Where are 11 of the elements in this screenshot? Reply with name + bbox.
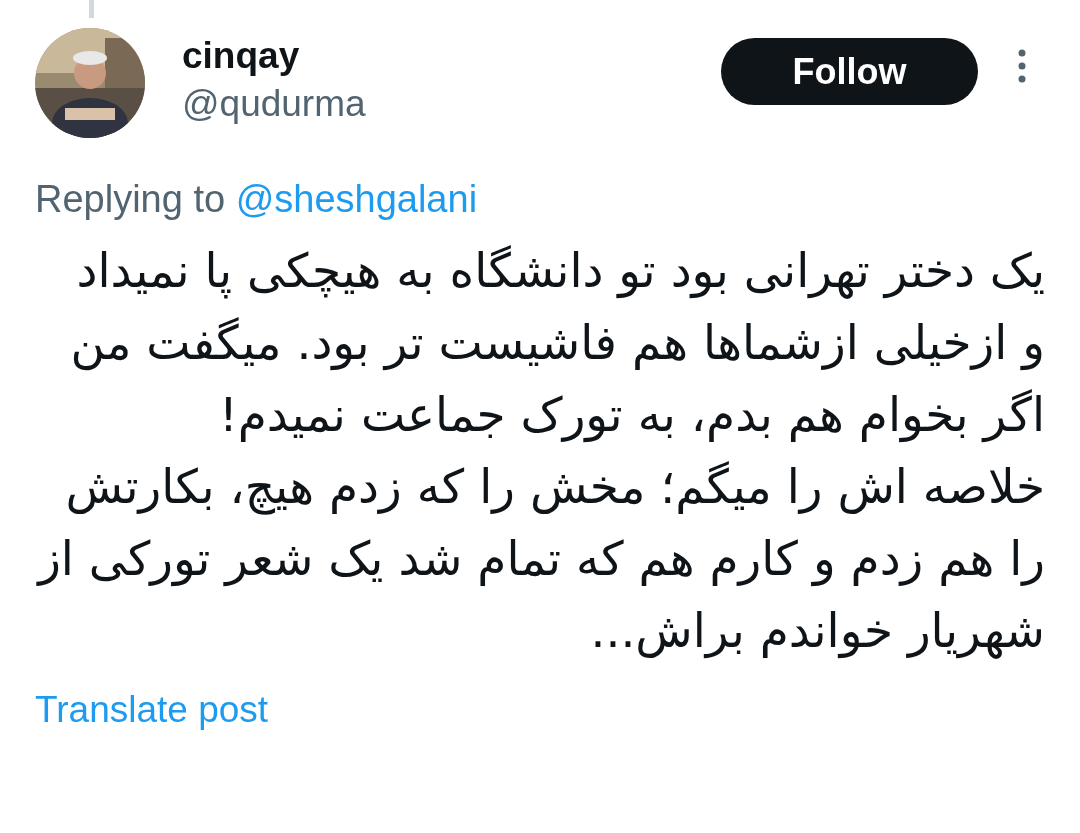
username[interactable]: @qudurma (182, 78, 366, 130)
post-text-line: اگر بخوام هم بدم، به تورک جماعت نمیدم! (217, 386, 1045, 445)
post-text-line: خلاصه اش را میگم؛ مخش را که زدم هیچ، بکارتش (64, 458, 1045, 517)
post-text-line: یک دختر تهرانی بود تو دانشگاه به هیچکی پا نمیداد (75, 242, 1045, 301)
post-text-line: و ازخیلی ازشماها هم فاشیست تر بود. میگفت من (69, 314, 1045, 373)
display-name[interactable]: cinqay (182, 34, 366, 78)
replying-to-label: Replying to (35, 178, 226, 220)
follow-button[interactable]: Follow (721, 38, 978, 105)
post-text-line: شهریار خواندم براش... (589, 602, 1045, 661)
more-icon[interactable] (1016, 48, 1028, 84)
post-text-line: را هم زدم و کارم هم که تمام شد یک شعر تورکی از (35, 530, 1045, 589)
